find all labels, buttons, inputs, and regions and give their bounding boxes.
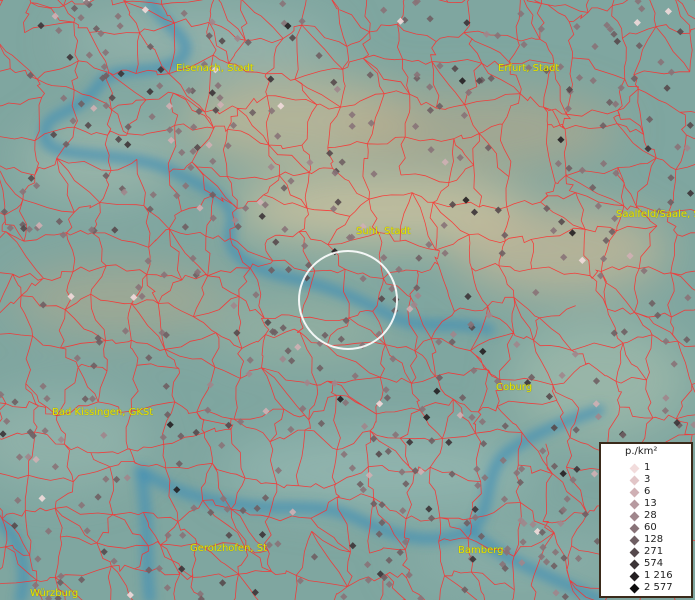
legend-swatch <box>629 499 640 510</box>
legend-label: 2 577 <box>644 582 673 593</box>
legend-row: 2 577 <box>601 582 691 594</box>
legend-swatch <box>629 571 640 582</box>
basemap <box>0 0 695 600</box>
legend-swatch <box>629 523 640 534</box>
legend-label: 60 <box>644 522 657 533</box>
legend-swatch <box>629 547 640 558</box>
legend-label: 1 216 <box>644 570 673 581</box>
legend-row: 13 <box>601 498 691 510</box>
city-label-saalfeld: Saalfeld/Saale, S <box>616 209 695 220</box>
legend-label: 1 <box>644 462 651 473</box>
legend-swatch <box>629 535 640 546</box>
legend-label: 3 <box>644 474 651 485</box>
city-label-gerolzhofen: Gerolzhofen, St <box>190 543 268 554</box>
city-label-erfurt: Erfurt, Stadt <box>498 63 560 74</box>
legend-row: 1 216 <box>601 570 691 582</box>
legend-label: 6 <box>644 486 651 497</box>
city-label-coburg: Coburg <box>496 382 533 393</box>
city-label-bad-kissingen: Bad Kissingen, GKSt <box>52 407 154 418</box>
legend-swatch <box>629 475 640 486</box>
legend-row: 3 <box>601 474 691 486</box>
legend-swatch <box>629 583 640 594</box>
legend-label: 28 <box>644 510 657 521</box>
legend-swatch <box>629 487 640 498</box>
density-legend: p./km² 1 3 6 13 28 60 128 271 574 1 216 … <box>599 442 693 598</box>
legend-swatch <box>629 511 640 522</box>
legend-label: 128 <box>644 534 664 545</box>
legend-title: p./km² <box>625 446 658 457</box>
legend-label: 271 <box>644 546 664 557</box>
legend-row: 28 <box>601 510 691 522</box>
map-canvas[interactable]: Eisenach, Stadt Erfurt, Stadt Saalfeld/S… <box>0 0 695 600</box>
legend-row: 60 <box>601 522 691 534</box>
legend-row: 574 <box>601 558 691 570</box>
legend-label: 13 <box>644 498 657 509</box>
legend-swatch <box>629 559 640 570</box>
legend-row: 271 <box>601 546 691 558</box>
city-label-eisenach: Eisenach, Stadt <box>176 63 254 74</box>
legend-row: 128 <box>601 534 691 546</box>
legend-row: 1 <box>601 462 691 474</box>
city-label-wuerzburg: Würzburg <box>30 588 79 599</box>
city-label-bamberg: Bamberg <box>458 545 504 556</box>
city-label-suhl: Suhl, Stadt <box>356 226 411 237</box>
legend-swatch <box>629 463 640 474</box>
legend-row: 6 <box>601 486 691 498</box>
legend-label: 574 <box>644 558 664 569</box>
